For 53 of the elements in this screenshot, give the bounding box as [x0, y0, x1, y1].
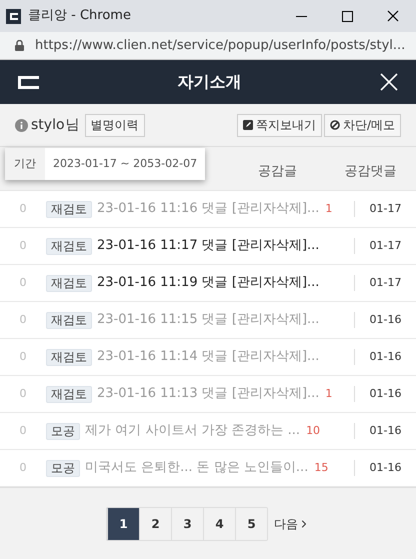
like-count: 0 — [18, 274, 28, 291]
post-title[interactable]: 23-01-16 11:17 댓글 [관리자삭제]... — [97, 236, 320, 256]
category-tag: 재검토 — [46, 274, 92, 292]
page-button[interactable]: 5 — [235, 508, 267, 540]
category-tag: 재검토 — [46, 238, 92, 254]
username-suffix: 님 — [66, 116, 80, 134]
header-title: 자기소개 — [176, 71, 242, 93]
logo-icon — [18, 76, 39, 88]
like-count: 0 — [18, 422, 28, 439]
page-button[interactable]: 1 — [107, 508, 139, 540]
window-title: 클리앙 - Chrome — [28, 7, 131, 26]
like-count: 0 — [18, 200, 28, 217]
category-tag: 재검토 — [46, 312, 92, 328]
category-tag: 재검토 — [46, 348, 92, 366]
period-label: 기간 — [5, 148, 45, 180]
like-count: 0 — [18, 460, 28, 476]
close-icon[interactable] — [380, 73, 398, 91]
like-count: 0 — [18, 312, 28, 328]
post-date: 01-16 — [368, 312, 402, 328]
close-icon — [387, 10, 399, 22]
like-count: 0 — [18, 386, 28, 402]
url-text: https://www.clien.net/service/popup/userInfo/posts/styl... — [35, 36, 406, 55]
comment-count: 1 — [325, 200, 332, 217]
post-title[interactable]: 23-01-16 11:19 댓글 [관리자삭제]... — [97, 273, 320, 293]
category-tag: 재검토 — [46, 200, 92, 218]
block-memo-button[interactable]: 차단/메모 — [324, 114, 401, 136]
post-date: 01-16 — [368, 460, 402, 476]
category-tag: 모공 — [46, 460, 80, 476]
comment-count: 15 — [314, 460, 328, 476]
app-icon — [6, 8, 21, 24]
tab[interactable]: 공감글 — [230, 154, 325, 190]
post-date: 01-17 — [368, 200, 402, 217]
period-range: 2023-01-17 ~ 2053-02-07 — [52, 156, 198, 172]
like-count: 0 — [18, 238, 28, 254]
post-date: 01-16 — [368, 422, 402, 439]
comment-count: 1 — [325, 386, 332, 402]
post-date: 01-16 — [368, 386, 402, 402]
info-icon — [15, 118, 28, 132]
username: stylo — [31, 116, 65, 134]
tab[interactable]: 공감댓글 — [325, 154, 416, 190]
next-page-button[interactable]: 다음 — [274, 514, 310, 532]
post-date: 01-17 — [368, 274, 402, 291]
send-message-button[interactable]: 쪽지보내기 — [236, 114, 322, 136]
nickname-history-button[interactable]: 별명이력 — [84, 114, 145, 136]
post-date: 01-17 — [368, 238, 402, 254]
like-count: 0 — [18, 348, 28, 365]
post-date: 01-16 — [368, 348, 402, 365]
pencil-icon — [242, 120, 253, 130]
category-tag: 모공 — [46, 422, 80, 440]
comment-count: 10 — [306, 422, 320, 439]
lock-icon — [15, 40, 24, 51]
category-tag: 재검토 — [46, 386, 92, 402]
block-icon — [330, 120, 340, 130]
